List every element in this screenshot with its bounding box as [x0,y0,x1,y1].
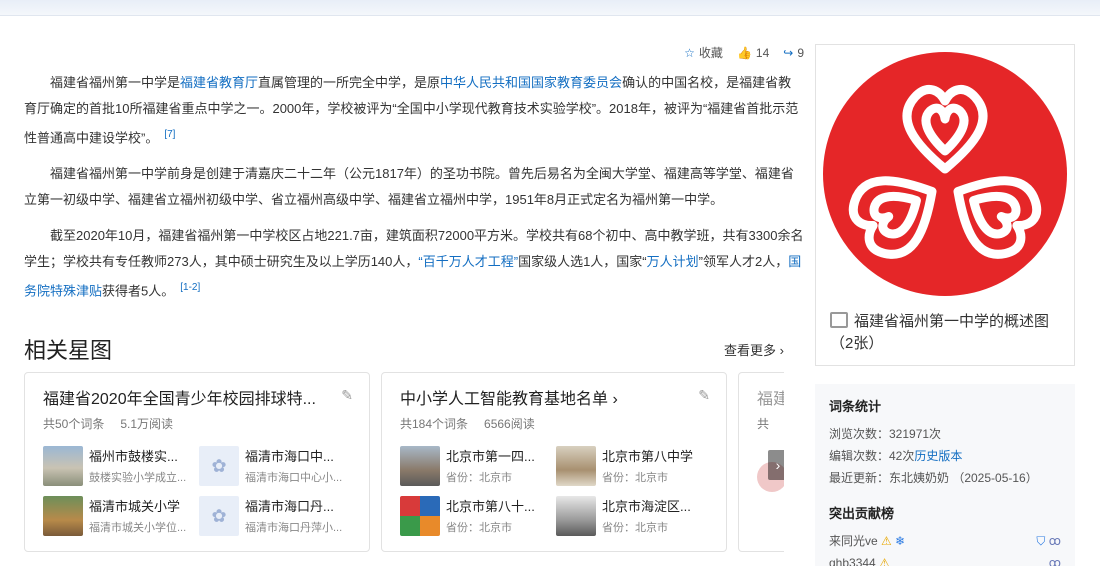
favorite-button[interactable]: ☆ 收藏 [684,44,723,61]
summary-image-box[interactable]: 福建省福州第一中学的概述图（2张） [815,44,1075,366]
paragraph-history: 福建省福州第一中学前身是创建于清嘉庆二十二年（公元1817年）的圣功书院。曾先后… [24,166,794,208]
entry-count: 共 [757,417,770,431]
list-item[interactable]: 北京市第八十... 省份：北京市 [400,496,550,536]
list-item[interactable]: 北京市海淀区... 省份：北京市 [556,496,706,536]
thumbnail-image [556,496,596,536]
badge-icon: ❄ [895,534,906,548]
shield-icon: ⛉ [1036,534,1046,548]
placeholder-icon: ✿ [199,496,239,536]
atlas-card[interactable]: 中小学人工智能教育基地名单 › ✎ 共184个词条 6566阅读 北京市第一四.… [381,372,727,552]
like-button[interactable]: 👍 14 [737,44,769,61]
last-updated-row: 最近更新：东北姨奶奶 （2025-05-16） [829,471,1038,485]
thumbnail-image [400,496,440,536]
next-arrow-button[interactable]: › [768,450,784,480]
card-title[interactable]: 中小学人工智能教育基地名单 › [400,385,680,409]
article-actions: ☆ 收藏 👍 14 ↪ 9 [684,44,804,61]
medal-icon: ꝏ [1048,534,1061,548]
school-logo-image [823,52,1067,296]
card-items: 北京市第一四... 省份：北京市 北京市第八中学 省份：北京市 北京市第八十... 省… [400,446,708,536]
thumbs-up-icon: 👍 [736,45,752,60]
entry-stats-panel: 词条统计 浏览次数：321971次 编辑次数：42次历史版本 最近更新：东北姨奶… [815,384,1075,566]
edit-count-row: 编辑次数：42次历史版本 [829,449,963,463]
card-meta: 共 [757,415,784,432]
image-gallery-icon [830,312,848,328]
edit-icon[interactable]: ✎ [341,387,353,404]
atlas-cards: 福建省2020年全国青少年校园排球特... ✎ 共50个词条 5.1万阅读 福州… [24,372,784,552]
share-icon: ↪ [783,45,794,60]
sidebar: 福建省福州第一中学的概述图（2张） 词条统计 浏览次数：321971次 编辑次数… [815,44,1075,566]
list-item[interactable]: 福州市鼓楼实... 鼓楼实验小学成立... [43,446,193,486]
warning-icon: ⚠ [879,556,890,566]
edit-icon[interactable]: ✎ [698,387,710,404]
medal-icon: ꝏ [1048,556,1061,566]
article-main: ☆ 收藏 👍 14 ↪ 9 福建省福州第一中学是福建省教育厅直属管理的一所完全中学，是… [24,40,804,552]
reference-link[interactable]: [1-2] [180,282,200,293]
placeholder-icon: ✿ [199,446,239,486]
related-atlas-header: 相关星图 查看更多 › [24,334,784,364]
entry-count: 共184个词条 [400,417,469,431]
card-title[interactable]: 福建省2020年全国青少年校园排球特... [43,385,323,409]
view-count: 6566阅读 [484,417,535,431]
reference-link[interactable]: [7] [164,129,175,140]
view-more-link[interactable]: 查看更多 › [724,340,784,359]
section-title: 相关星图 [24,338,113,363]
history-version-link[interactable]: 历史版本 [914,449,962,463]
share-button[interactable]: ↪ 9 [783,44,804,61]
contributor-row[interactable]: qhb3344 ⚠ ꝏ [829,552,1061,566]
list-item[interactable]: 福清市城关小学 福清市城关小学位... [43,496,193,536]
view-count: 5.1万阅读 [120,417,174,431]
link-talent-project[interactable]: “百千万人才工程” [418,254,518,269]
contributor-row[interactable]: 来同光ve ⚠ ❄ ⛉ ꝏ [829,530,1061,552]
list-item[interactable]: 北京市第八中学 省份：北京市 [556,446,706,486]
thumbnail-image [43,446,83,486]
stats-title: 词条统计 [829,399,882,414]
card-title[interactable]: 福建 [757,385,784,409]
browser-top-bar [0,0,1100,16]
star-icon: ☆ [684,45,695,60]
paragraph-stats: 截至2020年10月，福建省福州第一中学校区占地221.7亩，建筑面积72000… [24,228,804,299]
list-item[interactable]: ✿ 福清市海口丹... 福清市海口丹萍小... [199,496,349,536]
atlas-card[interactable]: 福建省2020年全国青少年校园排球特... ✎ 共50个词条 5.1万阅读 福州… [24,372,370,552]
link-state-education-commission[interactable]: 中华人民共和国国家教育委员会 [440,75,622,90]
link-ten-thousand-plan[interactable]: 万人计划 [647,254,699,269]
thumbnail-image [400,446,440,486]
list-item[interactable]: ✿ 福清市海口中... 福清市海口中心小... [199,446,349,486]
contrib-title: 突出贡献榜 [829,506,895,521]
warning-icon: ⚠ [881,534,892,548]
list-item[interactable]: 北京市第一四... 省份：北京市 [400,446,550,486]
card-items: 福州市鼓楼实... 鼓楼实验小学成立... ✿ 福清市海口中... 福清市海口中心小… [43,446,351,536]
entry-count: 共50个词条 [43,417,105,431]
card-meta: 共50个词条 5.1万阅读 [43,415,351,432]
image-caption[interactable]: 福建省福州第一中学的概述图（2张） [830,311,1070,355]
thumbnail-image [43,496,83,536]
paragraph-intro: 福建省福州第一中学是福建省教育厅直属管理的一所完全中学，是原中华人民共和国国家教… [24,75,799,146]
view-count-row: 浏览次数：321971次 [829,427,942,441]
card-meta: 共184个词条 6566阅读 [400,415,708,432]
thumbnail-image [556,446,596,486]
link-fujian-education-dept[interactable]: 福建省教育厅 [180,75,258,90]
